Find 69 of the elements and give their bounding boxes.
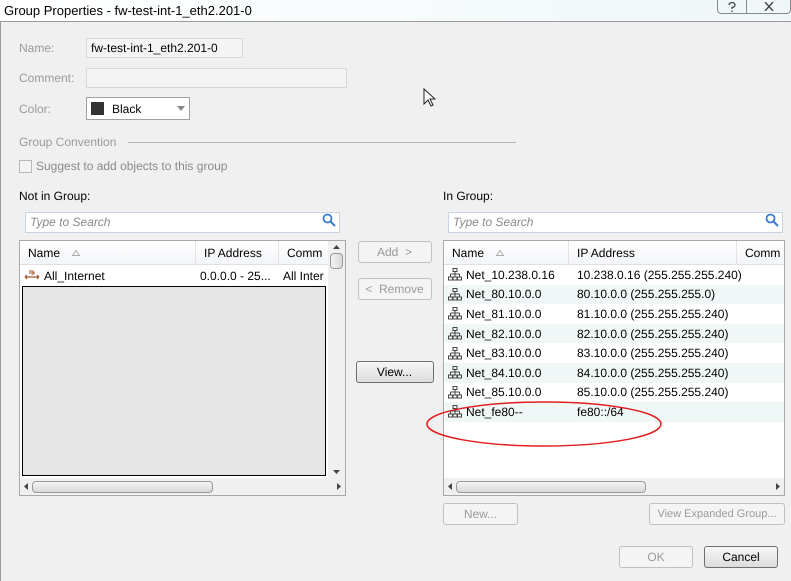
close-icon (764, 2, 774, 11)
column-header[interactable]: IP Address (569, 241, 737, 264)
scroll-left-icon[interactable] (24, 483, 28, 490)
column-header[interactable]: IP Address (196, 241, 279, 264)
table-cell: Net_10.238.0.16 (444, 266, 569, 284)
table-cell-text: 82.10.0.0 (255.255.255.240) (576, 326, 730, 343)
column-header[interactable]: Comm (737, 241, 784, 264)
scroll-left-icon[interactable] (448, 483, 452, 490)
network-icon (448, 288, 462, 301)
ip-range-icon (24, 269, 40, 282)
horizontal-scrollbar[interactable] (20, 478, 345, 495)
network-icon (448, 268, 462, 282)
table-cell-text: 0.0.0.0 - 25... (199, 268, 272, 284)
scroll-down-icon[interactable] (333, 470, 340, 474)
scroll-right-icon[interactable] (776, 483, 780, 490)
cursor-icon (423, 88, 436, 107)
comment-label: Comment: (19, 70, 76, 87)
table-cell: Net_81.10.0.0 (444, 304, 569, 323)
dialog-button[interactable]: Cancel (704, 546, 778, 568)
search-field[interactable]: Type to Search (448, 212, 783, 232)
scroll-right-icon[interactable] (337, 483, 341, 490)
network-icon (448, 307, 462, 320)
table-cell: Net_82.10.0.0 (444, 324, 569, 343)
table-cell: Net_84.10.0.0 (444, 364, 569, 382)
table-cell-text: 83.10.0.0 (255.255.255.240) (576, 345, 730, 362)
table-cell-text: All Inter (282, 268, 325, 284)
table-cell-text: 85.10.0.0 (255.255.255.240) (576, 384, 730, 402)
object-list[interactable] (443, 240, 785, 496)
scroll-up-icon[interactable] (333, 245, 340, 249)
table-cell: Net_80.10.0.0 (444, 285, 569, 304)
table-cell-text: 81.10.0.0 (255.255.255.240) (576, 306, 730, 323)
table-cell: Net_85.10.0.0 (444, 383, 569, 402)
table-cell: All_Internet (20, 266, 196, 284)
object-list[interactable]: Name IP Address Comm All_Internet 0.0.0.0 - 25... All Inter (19, 240, 346, 496)
scroll-thumb[interactable] (456, 480, 646, 492)
dialog-button[interactable]: View... (356, 361, 434, 383)
table-cell-text: 84.10.0.0 (255.255.255.240) (576, 364, 730, 382)
search-icon (765, 213, 779, 227)
network-icon (448, 346, 462, 360)
column-header[interactable]: Name (20, 241, 196, 264)
search-field[interactable]: Type to Search (25, 212, 340, 232)
sort-icon (496, 250, 504, 256)
help-icon (728, 2, 736, 12)
name-label: Name: (19, 40, 56, 57)
close-button[interactable] (747, 0, 791, 14)
scroll-thumb[interactable] (330, 253, 343, 269)
table-cell: Net_83.10.0.0 (444, 344, 569, 362)
list-label: In Group: (443, 188, 494, 202)
network-icon (448, 366, 462, 380)
checkbox-label: Suggest to add objects to this group (36, 158, 228, 175)
group-convention-heading: Group Convention (19, 134, 116, 151)
table-cell: Net_fe80-- (444, 402, 569, 421)
network-icon (448, 405, 462, 418)
vertical-scrollbar[interactable] (328, 241, 345, 478)
column-header[interactable]: Name (444, 241, 569, 264)
table-cell-text: 80.10.0.0 (255.255.255.0) (576, 286, 716, 304)
color-label: Color: (19, 100, 52, 118)
scroll-thumb[interactable] (32, 480, 213, 492)
comment-field[interactable] (86, 68, 347, 88)
window-title: Group Properties - fw-test-int-1_eth2.201-0 (3, 2, 253, 20)
horizontal-scrollbar[interactable] (444, 478, 784, 495)
table-cell-text: fe80::/64 (576, 404, 625, 421)
network-icon (448, 327, 462, 340)
help-button[interactable] (717, 0, 747, 14)
search-icon (322, 213, 336, 227)
sort-icon (72, 250, 80, 256)
dropdown-caret-icon (177, 106, 185, 111)
list-label: Not in Group: (19, 188, 92, 202)
network-icon (448, 386, 462, 399)
